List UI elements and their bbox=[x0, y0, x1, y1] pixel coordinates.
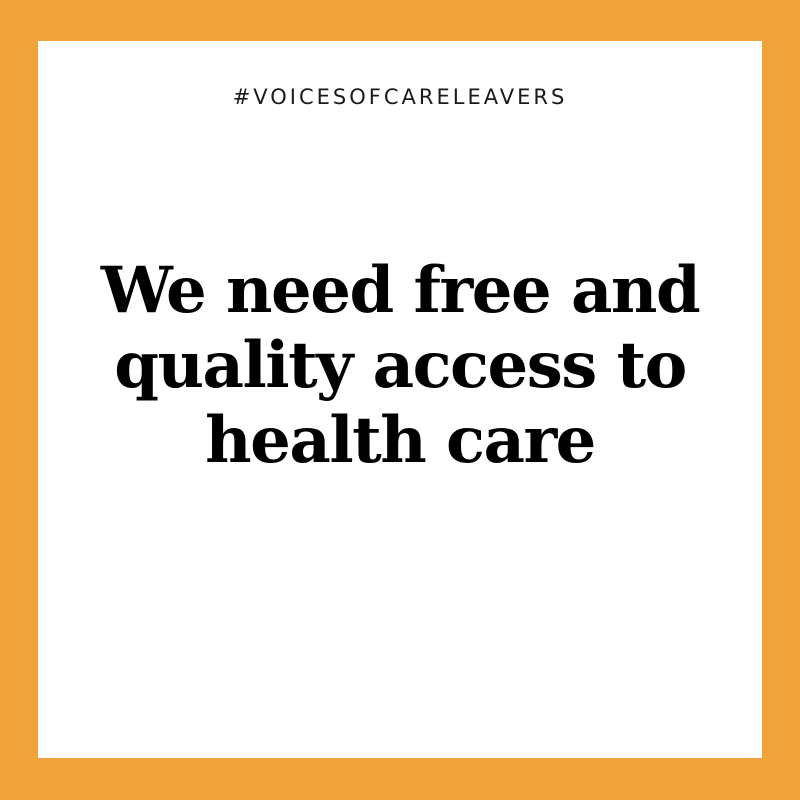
white-content-panel: #VOICESOFCARELEAVERS We need free and qu… bbox=[38, 41, 762, 758]
headline-line-2: quality access to bbox=[114, 328, 687, 403]
orange-border-frame: #VOICESOFCARELEAVERS We need free and qu… bbox=[0, 0, 800, 800]
headline-line-3: health care bbox=[205, 403, 596, 478]
headline-quote: We need free and quality access to healt… bbox=[38, 253, 762, 478]
hashtag-label: #VOICESOFCARELEAVERS bbox=[232, 85, 568, 109]
headline-line-1: We need free and bbox=[100, 253, 701, 328]
